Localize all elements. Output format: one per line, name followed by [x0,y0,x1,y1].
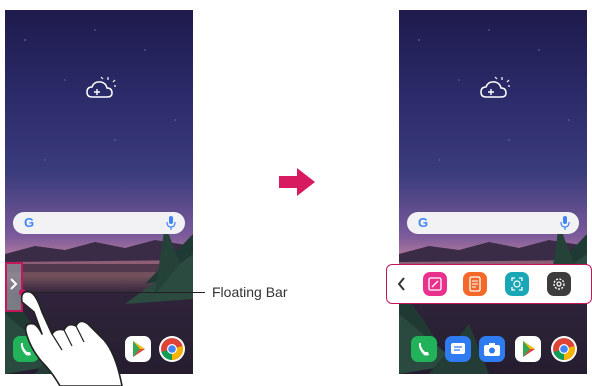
back-chevron-icon[interactable] [397,277,405,291]
floating-bar [386,264,592,304]
search-bar[interactable]: G [407,212,579,234]
mic-icon[interactable] [166,216,176,230]
note-icon[interactable] [423,272,447,296]
arrow-right-icon [279,168,315,196]
camera-icon[interactable] [479,336,505,362]
weather-icon[interactable] [480,75,510,101]
chrome-icon[interactable] [159,336,185,362]
weather-icon[interactable] [86,75,116,101]
phone-icon[interactable] [411,336,437,362]
home-screen-after: G [399,10,587,374]
play-store-icon[interactable] [515,336,541,362]
google-logo: G [417,215,429,230]
app-dock [399,336,587,366]
hand-pointer-icon [20,290,123,386]
search-bar[interactable]: G [13,212,185,234]
messages-icon[interactable] [445,336,471,362]
settings-icon[interactable] [547,272,571,296]
memo-icon[interactable] [463,272,487,296]
mic-icon[interactable] [560,216,570,230]
callout-label: Floating Bar [212,284,288,300]
screen-capture-icon[interactable] [505,272,529,296]
google-logo: G [23,215,35,230]
chrome-icon[interactable] [551,336,577,362]
